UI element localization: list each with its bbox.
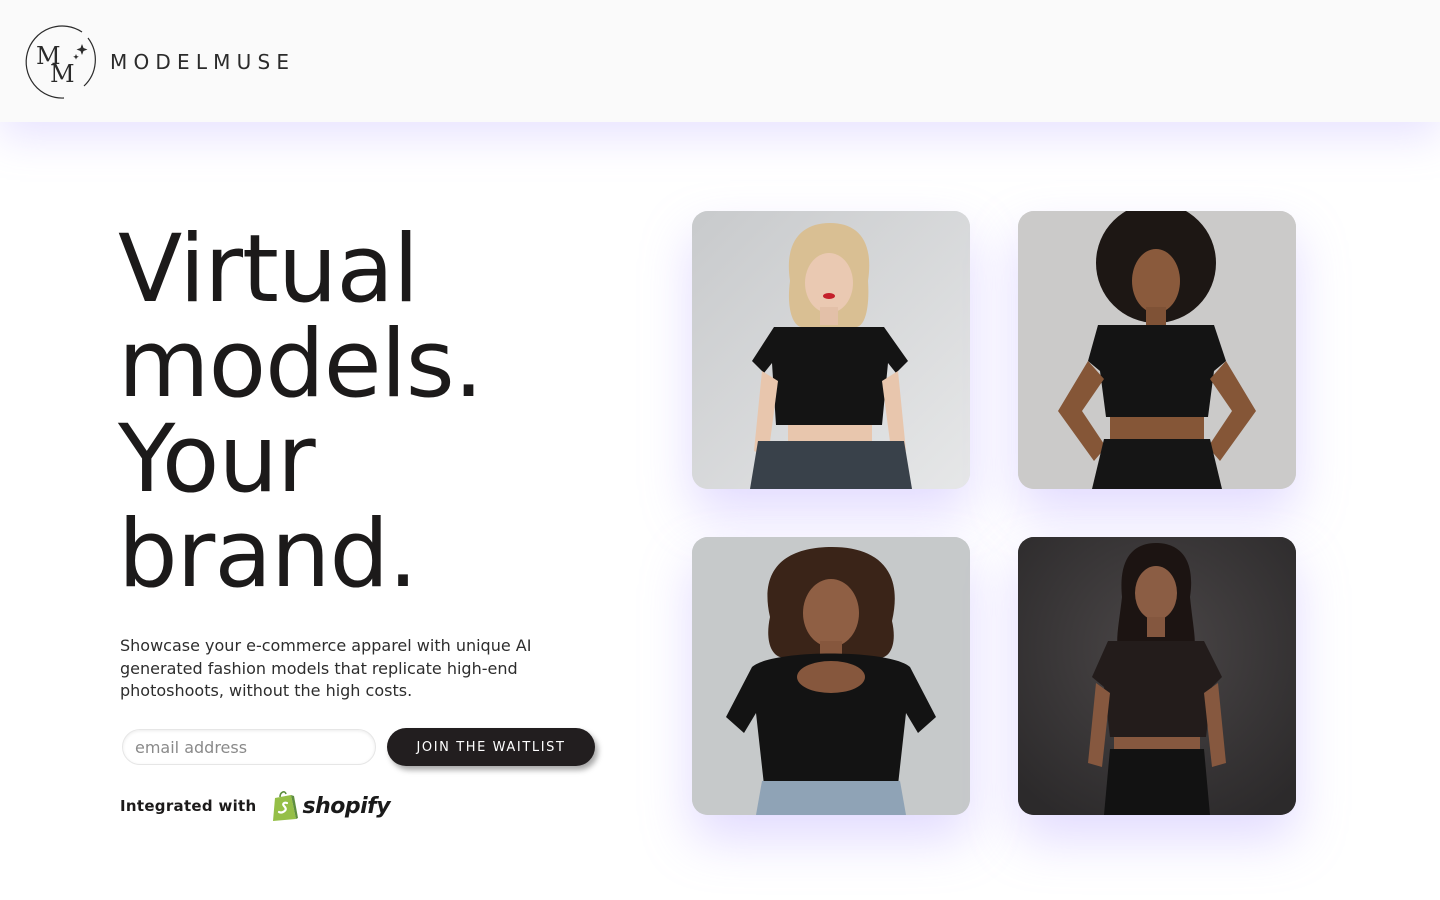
shopify-wordmark: shopify: [302, 793, 391, 819]
brand-wordmark: MODELMUSE: [110, 50, 296, 74]
model-gallery: [692, 211, 1296, 815]
model-photo-curly-icon: [692, 537, 970, 815]
hero-section: Virtual models. Your brand. Showcase you…: [0, 122, 1440, 900]
svg-text:M: M: [50, 60, 75, 88]
headline-line: Virtual: [118, 215, 419, 324]
monogram-icon: M M: [24, 24, 100, 100]
brand-logo[interactable]: M M MODELMUSE: [24, 24, 295, 100]
waitlist-form: JOIN THE WAITLIST: [122, 728, 595, 766]
integration-badge: Integrated with shopify: [120, 790, 391, 822]
join-waitlist-button[interactable]: JOIN THE WAITLIST: [387, 728, 595, 766]
headline-line: models.: [118, 310, 484, 419]
shopify-bag-icon: [272, 791, 298, 821]
headline-line: brand.: [118, 500, 418, 609]
model-photo-afro-icon: [1018, 211, 1296, 489]
site-header: M M MODELMUSE: [0, 0, 1440, 122]
model-photo-dark-backdrop-icon: [1018, 537, 1296, 815]
email-input[interactable]: [122, 729, 376, 765]
headline-line: Your: [118, 405, 316, 514]
hero-headline: Virtual models. Your brand.: [118, 222, 638, 602]
integrated-label: Integrated with: [120, 797, 257, 815]
shopify-logo[interactable]: shopify: [271, 790, 391, 822]
model-photo-blonde-icon: [692, 211, 970, 489]
hero-subtext: Showcase your e-commerce apparel with un…: [120, 636, 532, 700]
